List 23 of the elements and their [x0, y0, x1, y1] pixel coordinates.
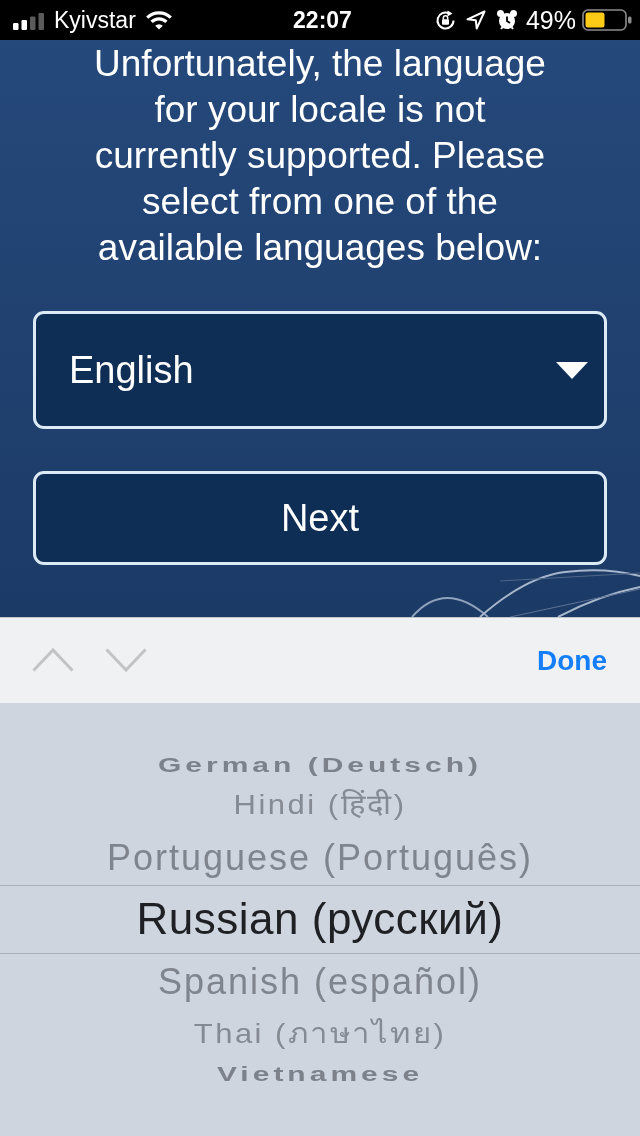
language-option[interactable]: Russian (русский)	[136, 894, 504, 945]
location-arrow-icon	[465, 10, 486, 30]
rotation-lock-icon	[434, 9, 456, 31]
chevron-down-icon	[105, 647, 147, 672]
signal-bars-icon	[13, 12, 45, 30]
alarm-clock-icon	[495, 9, 518, 31]
clock-time: 22:07	[293, 6, 352, 34]
chevron-up-icon	[32, 647, 74, 672]
next-button[interactable]: Next	[33, 471, 607, 565]
language-option[interactable]: Thai (ภาษาไทย)	[193, 1017, 447, 1051]
battery-icon	[582, 9, 632, 31]
language-option[interactable]: Hindi (हिंदी)	[233, 788, 407, 822]
battery-percent: 49%	[525, 5, 576, 35]
wifi-icon	[144, 10, 173, 30]
language-option[interactable]: Vietnamese	[216, 1062, 424, 1086]
done-button[interactable]: Done	[537, 644, 607, 677]
dropdown-triangle-icon	[556, 361, 588, 379]
carrier-name: Kyivstar	[54, 6, 136, 34]
language-option[interactable]: Portuguese (Português)	[106, 836, 534, 879]
language-option[interactable]: German (Deutsch)	[157, 753, 483, 777]
language-option[interactable]: Spanish (español)	[157, 960, 483, 1003]
unsupported-language-message: Unfortunately, the language for your locale is not currently supported. Please select from one of the available languages below:	[93, 42, 547, 270]
language-dropdown[interactable]: English	[33, 311, 607, 429]
